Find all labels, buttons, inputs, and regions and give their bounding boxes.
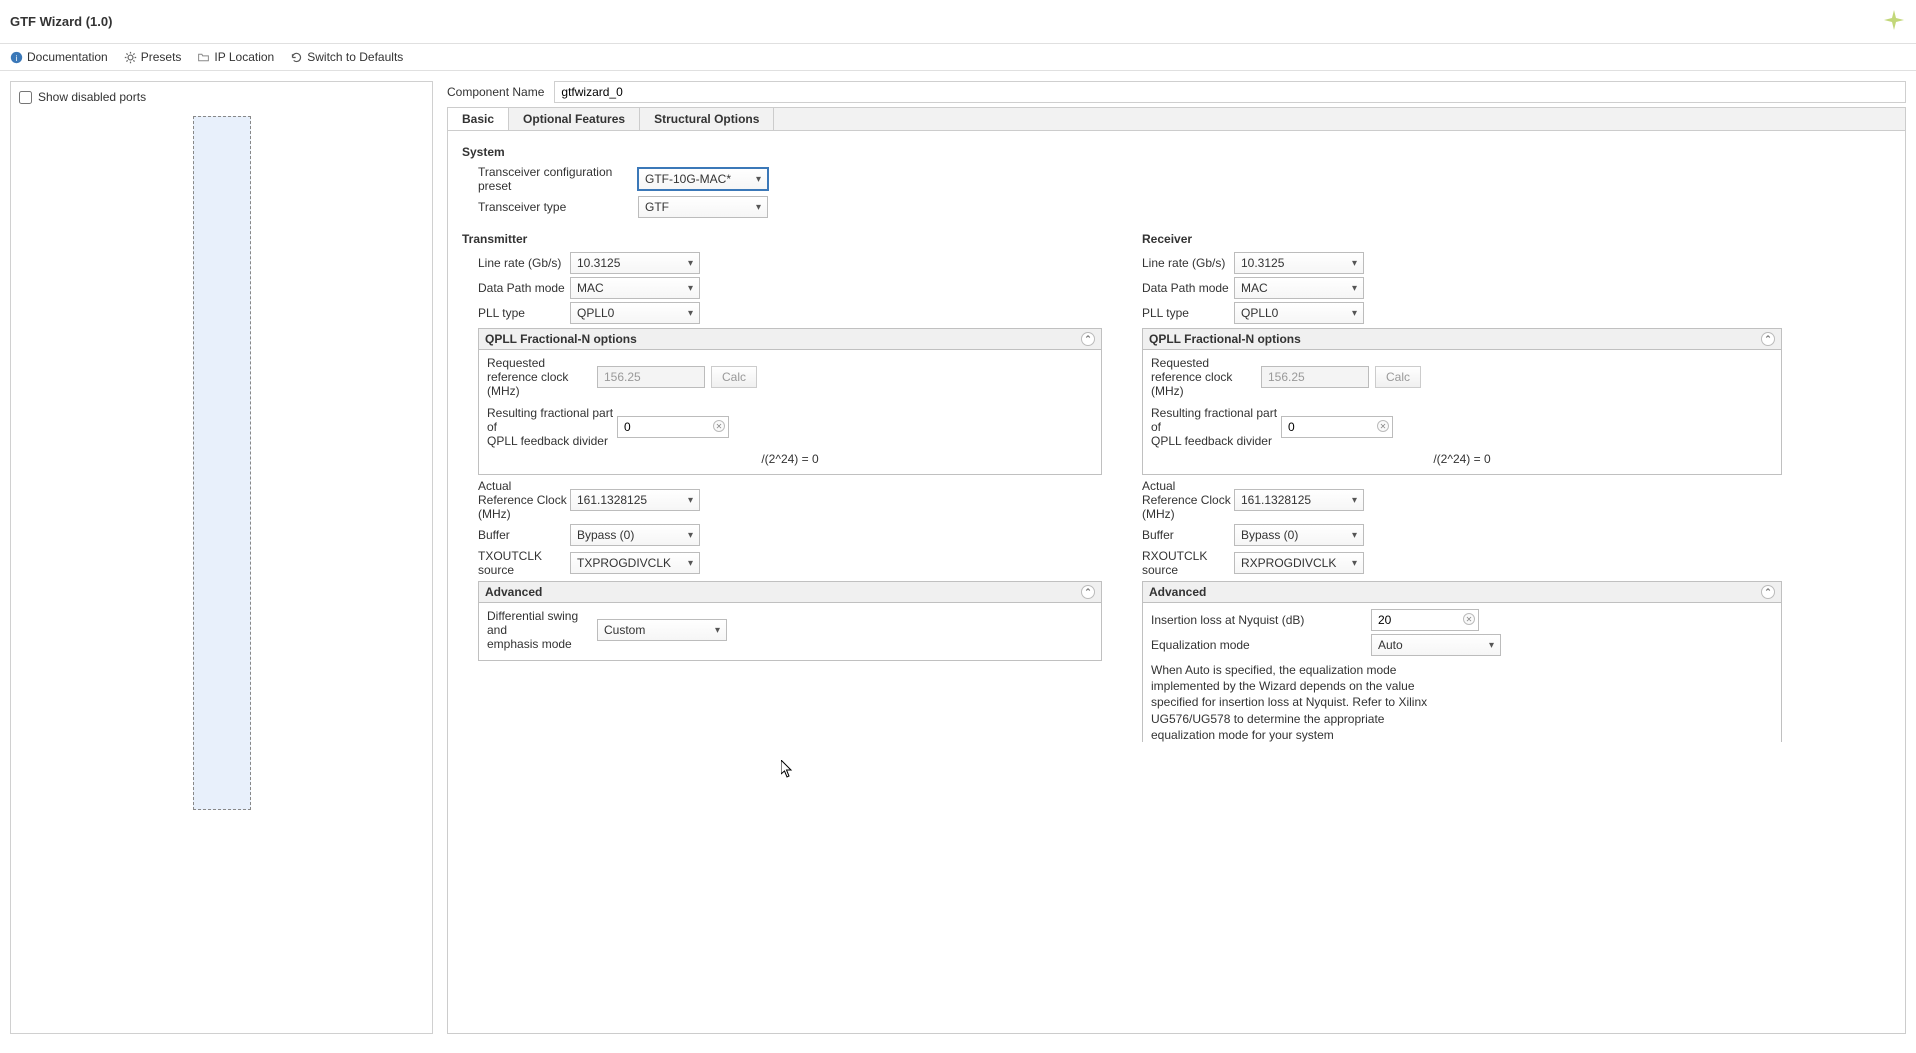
chevron-down-icon: ▾ <box>1489 640 1494 651</box>
chevron-down-icon: ▾ <box>688 495 693 506</box>
tx-outclk-select[interactable]: TXPROGDIVCLK▾ <box>570 552 700 574</box>
tab-basic[interactable]: Basic <box>448 108 509 130</box>
rx-pll-select[interactable]: QPLL0▾ <box>1234 302 1364 324</box>
chevron-down-icon: ▾ <box>1352 258 1357 269</box>
tx-calc-button[interactable]: Calc <box>711 366 757 388</box>
rx-pll-label: PLL type <box>1142 306 1234 320</box>
tx-reqref-label: Requested reference clock (MHz) <box>487 356 597 398</box>
tx-actref-select[interactable]: 161.1328125▾ <box>570 489 700 511</box>
rx-line-rate-select[interactable]: 10.3125▾ <box>1234 252 1364 274</box>
chevron-down-icon: ▾ <box>1352 495 1357 506</box>
svg-text:i: i <box>16 53 18 62</box>
tx-swing-select[interactable]: Custom▾ <box>597 619 727 641</box>
gear-icon <box>124 51 137 64</box>
chevron-down-icon: ▾ <box>688 558 693 569</box>
tx-line-rate-select[interactable]: 10.3125▾ <box>570 252 700 274</box>
tx-buffer-label: Buffer <box>478 528 570 542</box>
app-logo-icon <box>1882 8 1906 35</box>
tx-pll-label: PLL type <box>478 306 570 320</box>
component-name-input[interactable] <box>554 81 1906 103</box>
ip-location-link[interactable]: IP Location <box>197 50 274 64</box>
transceiver-type-select[interactable]: GTF▾ <box>638 196 768 218</box>
rx-eq-label: Equalization mode <box>1151 638 1371 652</box>
tab-structural-options[interactable]: Structural Options <box>640 108 774 130</box>
rx-calc-button[interactable]: Calc <box>1375 366 1421 388</box>
transceiver-type-label: Transceiver type <box>478 200 638 214</box>
chevron-down-icon: ▾ <box>756 202 761 213</box>
preset-select[interactable]: GTF-10G-MAC*▾ <box>638 168 768 190</box>
rx-reqref-label: Requested reference clock (MHz) <box>1151 356 1261 398</box>
tx-swing-label: Differential swing and emphasis mode <box>487 609 597 651</box>
switch-defaults-link[interactable]: Switch to Defaults <box>290 50 403 64</box>
tx-resfrac-label: Resulting fractional part of QPLL feedba… <box>487 406 617 448</box>
refresh-icon <box>290 51 303 64</box>
chevron-down-icon: ▾ <box>1352 283 1357 294</box>
show-disabled-ports-checkbox[interactable] <box>19 91 32 104</box>
rx-buffer-select[interactable]: Bypass (0)▾ <box>1234 524 1364 546</box>
rx-outclk-label: RXOUTCLK source <box>1142 549 1234 577</box>
chevron-down-icon: ▾ <box>688 283 693 294</box>
chevron-down-icon: ▾ <box>688 258 693 269</box>
clear-icon[interactable]: ✕ <box>1463 613 1475 625</box>
rx-resfrac-label: Resulting fractional part of QPLL feedba… <box>1151 406 1281 448</box>
tx-line-rate-label: Line rate (Gb/s) <box>478 256 570 270</box>
info-icon: i <box>10 51 23 64</box>
collapse-icon[interactable]: ⌃ <box>1761 332 1775 346</box>
tx-reqref-input <box>597 366 705 388</box>
chevron-down-icon: ▾ <box>756 174 761 185</box>
chevron-down-icon: ▾ <box>688 530 693 541</box>
clear-icon[interactable]: ✕ <box>1377 420 1389 432</box>
preset-label: Transceiver configuration preset <box>478 165 638 193</box>
collapse-icon[interactable]: ⌃ <box>1081 332 1095 346</box>
tx-dpm-select[interactable]: MAC▾ <box>570 277 700 299</box>
rx-advanced-heading: Advanced <box>1149 585 1206 599</box>
rx-line-rate-label: Line rate (Gb/s) <box>1142 256 1234 270</box>
chevron-down-icon: ▾ <box>715 625 720 636</box>
chevron-down-icon: ▾ <box>1352 530 1357 541</box>
rx-fracn-heading: QPLL Fractional-N options <box>1149 332 1301 346</box>
tx-buffer-select[interactable]: Bypass (0)▾ <box>570 524 700 546</box>
tab-basic-content: System Transceiver configuration preset … <box>448 131 1905 742</box>
clear-icon[interactable]: ✕ <box>713 420 725 432</box>
tx-actref-label: Actual Reference Clock (MHz) <box>478 479 570 521</box>
show-disabled-ports-label: Show disabled ports <box>38 90 146 104</box>
rx-dpm-label: Data Path mode <box>1142 281 1234 295</box>
chevron-down-icon: ▾ <box>1352 558 1357 569</box>
tx-formula: /(2^24) = 0 <box>487 452 1093 466</box>
rx-actref-label: Actual Reference Clock (MHz) <box>1142 479 1234 521</box>
ip-preview-block[interactable] <box>193 116 251 810</box>
tx-fracn-heading: QPLL Fractional-N options <box>485 332 637 346</box>
tab-optional-features[interactable]: Optional Features <box>509 108 640 130</box>
collapse-icon[interactable]: ⌃ <box>1761 585 1775 599</box>
rx-actref-select[interactable]: 161.1328125▾ <box>1234 489 1364 511</box>
chevron-down-icon: ▾ <box>1352 308 1357 319</box>
tx-outclk-label: TXOUTCLK source <box>478 549 570 577</box>
component-name-label: Component Name <box>447 85 544 99</box>
presets-link[interactable]: Presets <box>124 50 182 64</box>
rx-formula: /(2^24) = 0 <box>1151 452 1773 466</box>
rx-buffer-label: Buffer <box>1142 528 1234 542</box>
documentation-link[interactable]: i Documentation <box>10 50 108 64</box>
tx-advanced-heading: Advanced <box>485 585 542 599</box>
collapse-icon[interactable]: ⌃ <box>1081 585 1095 599</box>
tx-dpm-label: Data Path mode <box>478 281 570 295</box>
chevron-down-icon: ▾ <box>688 308 693 319</box>
preview-panel: Show disabled ports <box>10 81 433 1034</box>
tx-pll-select[interactable]: QPLL0▾ <box>570 302 700 324</box>
rx-outclk-select[interactable]: RXPROGDIVCLK▾ <box>1234 552 1364 574</box>
rx-dpm-select[interactable]: MAC▾ <box>1234 277 1364 299</box>
transmitter-heading: Transmitter <box>462 232 1102 246</box>
rx-insloss-label: Insertion loss at Nyquist (dB) <box>1151 613 1371 627</box>
rx-eq-note: When Auto is specified, the equalization… <box>1151 662 1451 742</box>
receiver-heading: Receiver <box>1142 232 1782 246</box>
rx-reqref-input <box>1261 366 1369 388</box>
folder-icon <box>197 51 210 64</box>
system-heading: System <box>462 145 1891 159</box>
rx-eq-select[interactable]: Auto▾ <box>1371 634 1501 656</box>
window-title: GTF Wizard (1.0) <box>10 14 112 29</box>
